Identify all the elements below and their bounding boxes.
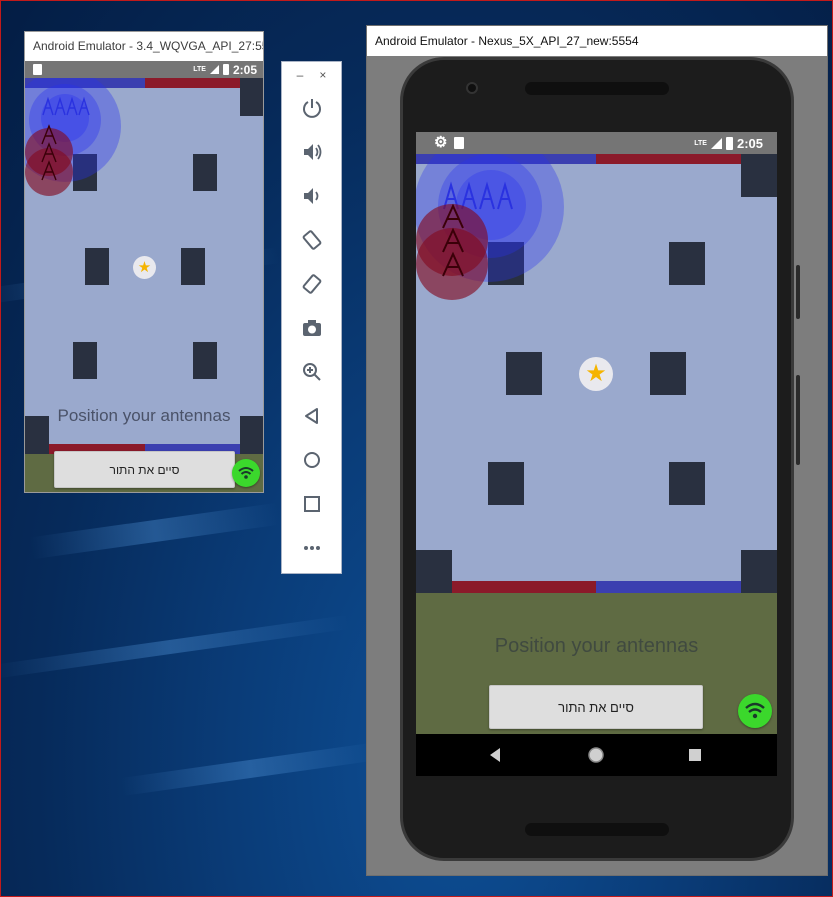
wifi-icon	[745, 702, 765, 719]
lte-icon: LTE	[694, 139, 707, 147]
signal-icon	[710, 137, 722, 149]
minimize-button[interactable]: –	[297, 68, 304, 82]
home-icon[interactable]	[586, 745, 606, 765]
phone-side-button[interactable]	[796, 265, 800, 319]
sd-card-icon	[454, 137, 464, 149]
volume-down-icon	[303, 188, 318, 204]
status-time: 2:05	[232, 62, 257, 77]
zoom-icon	[302, 363, 321, 381]
large-status-bar: ⚙ LTE 2:05	[416, 132, 777, 154]
finish-turn-button[interactable]: סיים את התור	[489, 685, 703, 729]
overview-button[interactable]	[282, 482, 341, 526]
phone-speaker	[525, 823, 669, 836]
building-block	[741, 550, 777, 593]
building-block	[193, 342, 217, 379]
volume-up-button[interactable]	[282, 130, 341, 174]
sd-card-icon	[33, 64, 42, 75]
desktop-light-streak	[29, 502, 281, 560]
small-bottom-area: סיים את התור	[25, 451, 263, 492]
building-block	[669, 242, 705, 285]
small-game-field[interactable]: ★ Position your antennas	[25, 78, 263, 454]
antenna-tower-icon	[42, 96, 90, 116]
wifi-button[interactable]	[738, 694, 772, 728]
desktop-light-streak	[120, 741, 380, 797]
building-block	[193, 154, 217, 191]
zoom-button[interactable]	[282, 350, 341, 394]
overview-icon	[303, 496, 320, 512]
gear-icon: ⚙	[434, 134, 448, 151]
rotate-right-icon	[302, 274, 321, 294]
volume-down-button[interactable]	[282, 174, 341, 218]
screenshot-button[interactable]	[282, 306, 341, 350]
large-bottom-area: Position your antennas סיים את התור	[416, 593, 777, 734]
back-button[interactable]	[282, 394, 341, 438]
building-block	[506, 352, 542, 395]
emulator-toolbar: – ×	[281, 61, 342, 574]
rotate-right-button[interactable]	[282, 262, 341, 306]
rotate-left-button[interactable]	[282, 218, 341, 262]
building-block	[181, 248, 205, 285]
phone-side-button[interactable]	[796, 375, 800, 465]
building-block	[650, 352, 686, 395]
camera-icon	[302, 320, 321, 336]
android-nav-bar	[416, 734, 777, 776]
recents-icon[interactable]	[689, 749, 701, 761]
phone-camera	[466, 82, 478, 94]
finish-turn-button[interactable]: סיים את התור	[54, 451, 235, 488]
position-antennas-message: Position your antennas	[57, 406, 231, 425]
blue-team-edge	[596, 581, 741, 593]
more-button[interactable]	[282, 526, 341, 570]
red-team-edge	[452, 581, 596, 593]
large-phone-screen: ⚙ LTE 2:05 ★ Position your antennas סיים…	[416, 132, 777, 776]
small-emulator-window: Android Emulator - 3.4_WQVGA_API_27:55..…	[24, 31, 264, 493]
star-icon[interactable]: ★	[133, 256, 156, 279]
phone-speaker	[525, 82, 669, 95]
building-block	[73, 342, 97, 379]
back-icon	[304, 408, 318, 424]
power-icon	[302, 99, 321, 118]
more-icon	[303, 546, 320, 550]
battery-icon	[222, 64, 229, 75]
antenna-tower-icon	[41, 124, 57, 181]
battery-icon	[725, 136, 733, 150]
building-block	[741, 154, 777, 197]
status-time: 2:05	[736, 135, 763, 151]
building-block	[85, 248, 109, 285]
back-icon[interactable]	[488, 747, 502, 763]
position-antennas-message: Position your antennas	[494, 635, 699, 657]
rotate-left-icon	[302, 230, 321, 250]
building-block	[240, 78, 263, 116]
desktop-light-streak	[0, 615, 350, 679]
building-block	[416, 550, 452, 593]
large-game-field[interactable]: ★	[416, 154, 777, 593]
building-block	[669, 462, 705, 505]
building-block	[488, 462, 524, 505]
home-button[interactable]	[282, 438, 341, 482]
star-icon[interactable]: ★	[579, 357, 613, 391]
signal-icon	[209, 65, 219, 74]
small-emulator-title: Android Emulator - 3.4_WQVGA_API_27:55..…	[25, 32, 263, 60]
lte-icon: LTE	[193, 66, 206, 73]
antenna-tower-icon	[442, 203, 464, 277]
close-button[interactable]: ×	[319, 68, 326, 82]
home-icon	[303, 452, 320, 468]
wifi-icon	[238, 467, 254, 479]
large-emulator-title: Android Emulator - Nexus_5X_API_27_new:5…	[367, 26, 827, 56]
power-button[interactable]	[282, 86, 341, 130]
volume-up-icon	[303, 144, 321, 160]
wifi-button[interactable]	[232, 459, 260, 487]
small-status-bar: LTE 2:05	[25, 61, 263, 78]
